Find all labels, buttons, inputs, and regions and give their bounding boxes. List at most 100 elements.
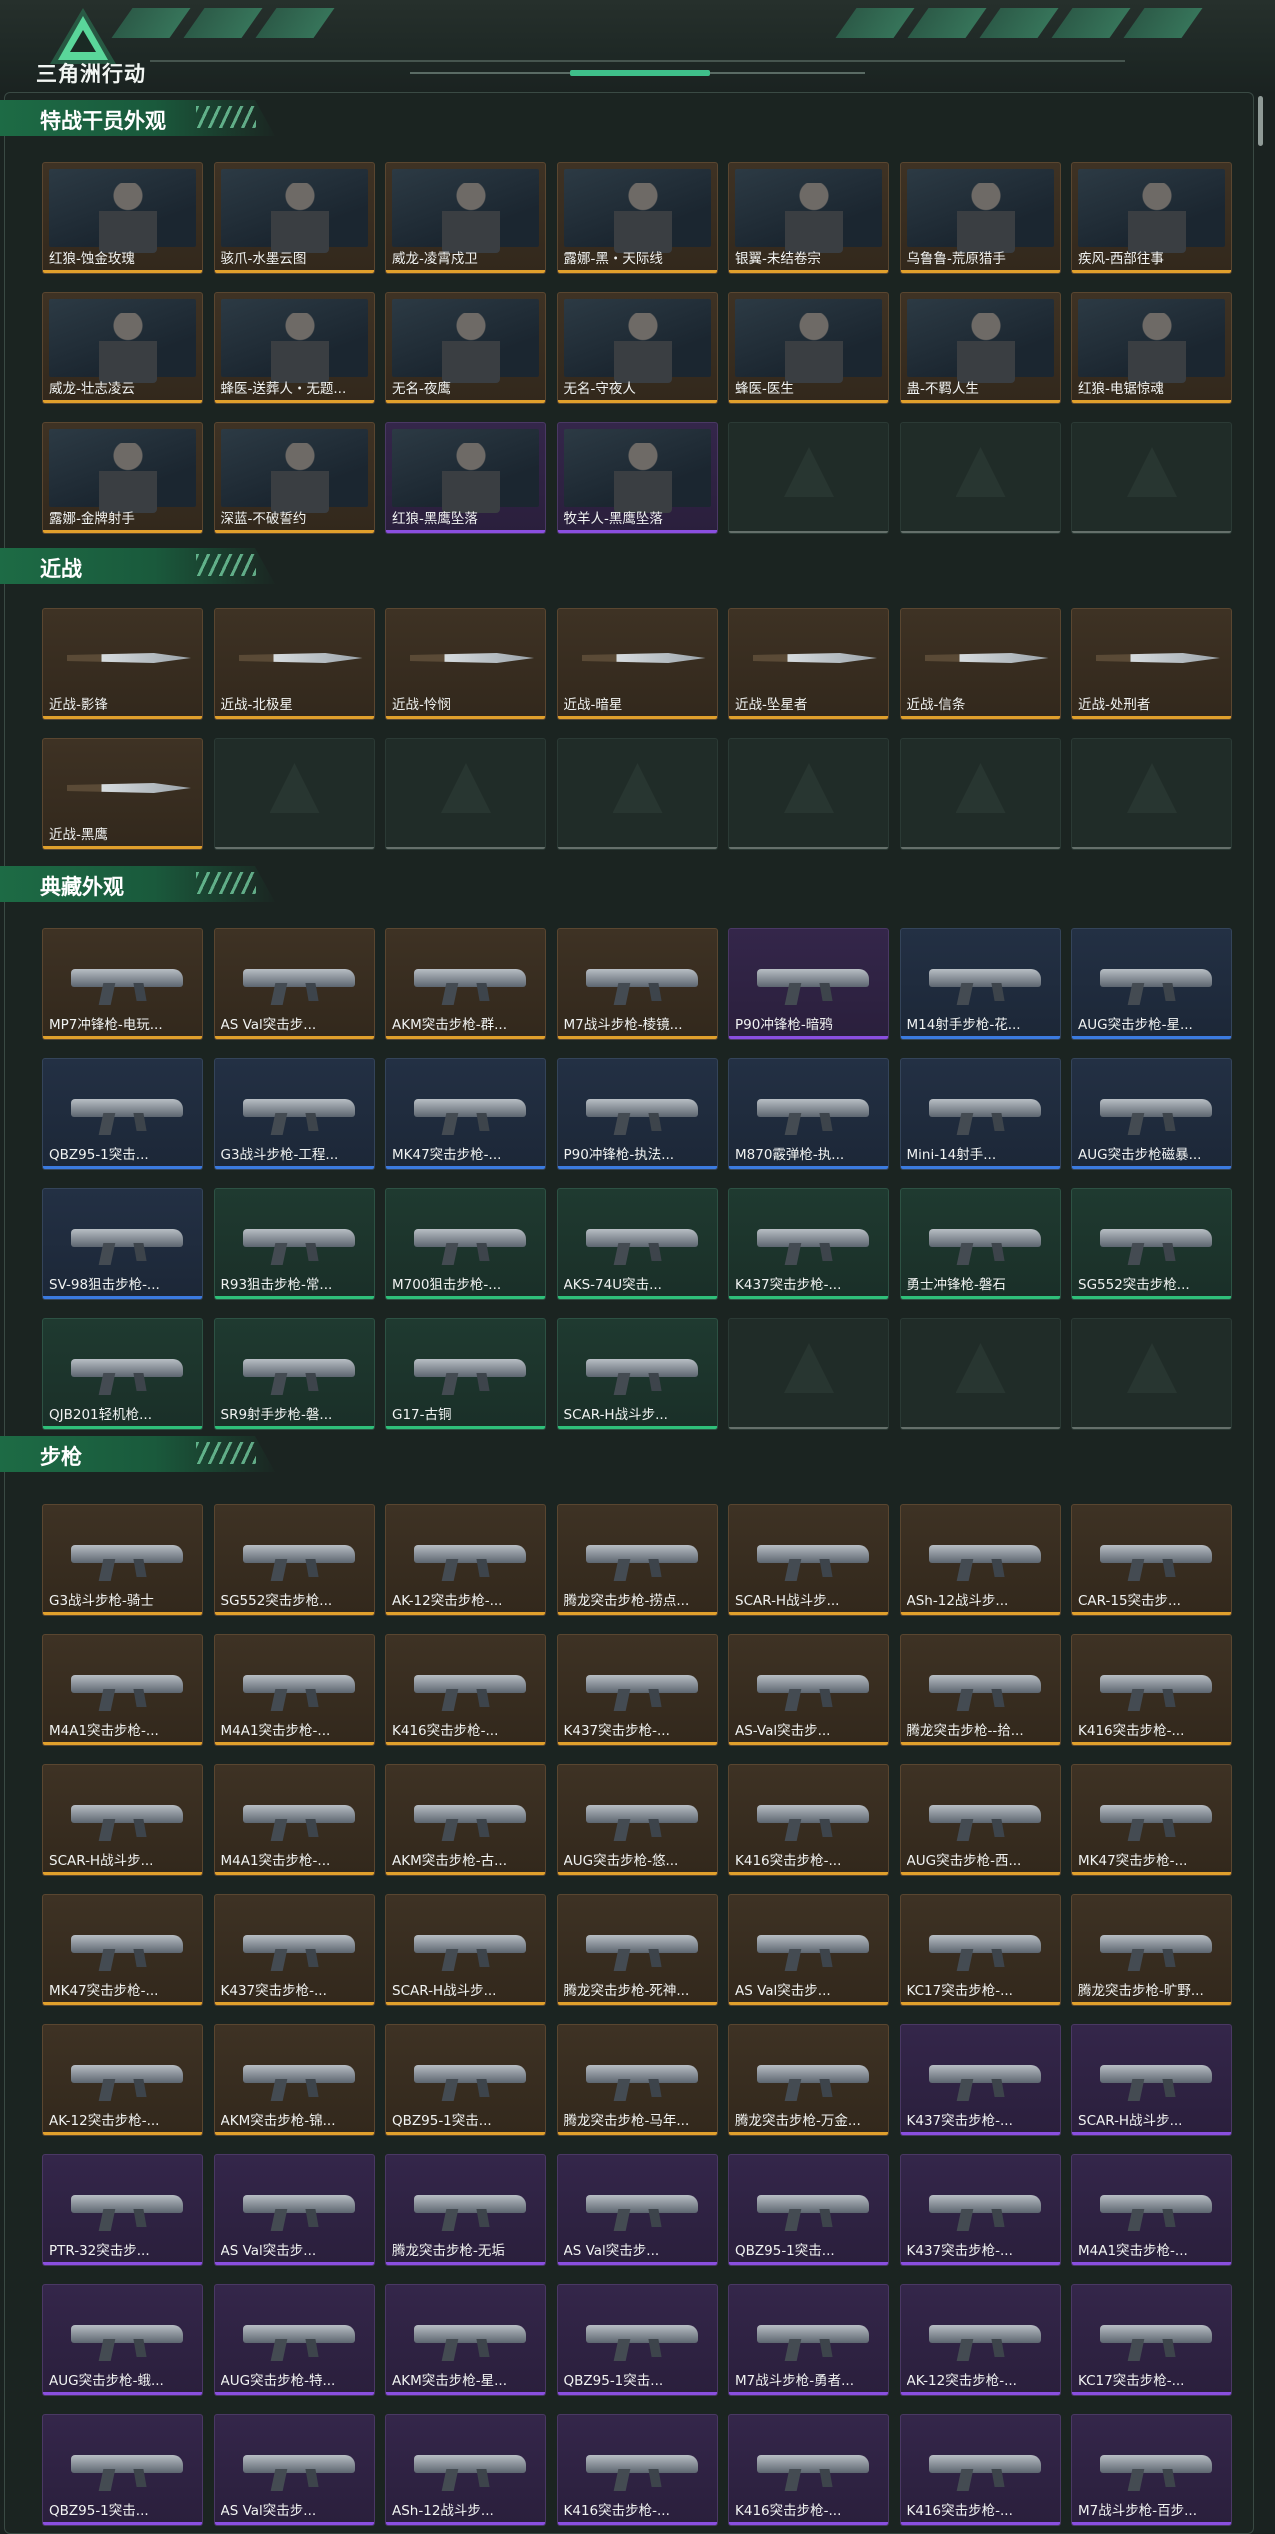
weapon-skin-card[interactable]: SCAR-H战斗步...	[556, 1318, 718, 1430]
weapon-skin-card[interactable]: K416突击步枪-...	[556, 2414, 718, 2526]
operator-skin-card[interactable]: 无名-守夜人	[556, 292, 718, 404]
weapon-skin-card[interactable]: K437突击步枪-...	[556, 1634, 718, 1746]
weapon-skin-card[interactable]: M7战斗步枪-棱镜...	[556, 928, 718, 1040]
weapon-skin-card[interactable]: AUG突击步枪磁暴...	[1071, 1058, 1232, 1170]
operator-skin-card[interactable]: 无名-夜鹰	[385, 292, 546, 404]
operator-skin-card[interactable]: 骇爪-水墨云图	[213, 162, 375, 274]
weapon-skin-card[interactable]: K437突击步枪-...	[899, 2024, 1061, 2136]
weapon-skin-card[interactable]: AKM突击步枪-锦...	[213, 2024, 375, 2136]
weapon-skin-card[interactable]: SCAR-H战斗步...	[42, 1764, 203, 1876]
weapon-skin-card[interactable]: M4A1突击步枪-...	[213, 1764, 375, 1876]
weapon-skin-card[interactable]: Mini-14射手...	[899, 1058, 1061, 1170]
operator-skin-card[interactable]: 疾风-西部往事	[1071, 162, 1232, 274]
melee-skin-card[interactable]: 近战-坠星者	[728, 608, 889, 720]
weapon-skin-card[interactable]: SCAR-H战斗步...	[728, 1504, 889, 1616]
weapon-skin-card[interactable]: AK-12突击步枪-...	[42, 2024, 203, 2136]
weapon-skin-card[interactable]: 腾龙突击步枪--拾...	[899, 1634, 1061, 1746]
weapon-skin-card[interactable]: SCAR-H战斗步...	[385, 1894, 546, 2006]
operator-skin-card[interactable]: 银翼-未结卷宗	[728, 162, 889, 274]
weapon-skin-card[interactable]: G3战斗步枪-骑士	[42, 1504, 203, 1616]
operator-skin-card[interactable]: 威龙-凌霄戍卫	[385, 162, 546, 274]
melee-skin-card[interactable]: 近战-北极星	[213, 608, 375, 720]
weapon-skin-card[interactable]: AS Val突击步...	[556, 2154, 718, 2266]
weapon-skin-card[interactable]: AS Val突击步...	[213, 2154, 375, 2266]
weapon-skin-card[interactable]: AS Val突击步...	[213, 2414, 375, 2526]
weapon-skin-card[interactable]: AKM突击步枪-群...	[385, 928, 546, 1040]
weapon-skin-card[interactable]: K416突击步枪-...	[728, 2414, 889, 2526]
melee-skin-card[interactable]: 近战-怜悯	[385, 608, 546, 720]
weapon-skin-card[interactable]: SCAR-H战斗步...	[1071, 2024, 1232, 2136]
weapon-skin-card[interactable]: M7战斗步枪-勇者...	[728, 2284, 889, 2396]
melee-skin-card[interactable]: 近战-信条	[899, 608, 1061, 720]
operator-skin-card[interactable]: 红狼-电锯惊魂	[1071, 292, 1232, 404]
operator-skin-card[interactable]: 露娜-黑・天际线	[556, 162, 718, 274]
operator-skin-card[interactable]: 乌鲁鲁-荒原猎手	[899, 162, 1061, 274]
operator-skin-card[interactable]: 威龙-壮志凌云	[42, 292, 203, 404]
weapon-skin-card[interactable]: MK47突击步枪-...	[385, 1058, 546, 1170]
weapon-skin-card[interactable]: KC17突击步枪-...	[1071, 2284, 1232, 2396]
weapon-skin-card[interactable]: SG552突击步枪...	[213, 1504, 375, 1616]
melee-skin-card[interactable]: 近战-黑鹰	[42, 738, 203, 850]
operator-skin-card[interactable]: 露娜-金牌射手	[42, 422, 203, 534]
weapon-skin-card[interactable]: P90冲锋枪-执法...	[556, 1058, 718, 1170]
weapon-skin-card[interactable]: MP7冲锋枪-电玩...	[42, 928, 203, 1040]
weapon-skin-card[interactable]: K437突击步枪-...	[728, 1188, 889, 1300]
weapon-skin-card[interactable]: K437突击步枪-...	[213, 1894, 375, 2006]
weapon-skin-card[interactable]: AK-12突击步枪-...	[899, 2284, 1061, 2396]
operator-skin-card[interactable]: 牧羊人-黑鹰坠落	[556, 422, 718, 534]
weapon-skin-card[interactable]: PTR-32突击步...	[42, 2154, 203, 2266]
weapon-skin-card[interactable]: QBZ95-1突击...	[42, 1058, 203, 1170]
weapon-skin-card[interactable]: MK47突击步枪-...	[42, 1894, 203, 2006]
weapon-skin-card[interactable]: M4A1突击步枪-...	[213, 1634, 375, 1746]
operator-skin-card[interactable]: 深蓝-不破誓约	[213, 422, 375, 534]
weapon-skin-card[interactable]: ASh-12战斗步...	[385, 2414, 546, 2526]
weapon-skin-card[interactable]: K416突击步枪-...	[899, 2414, 1061, 2526]
weapon-skin-card[interactable]: QBZ95-1突击...	[42, 2414, 203, 2526]
weapon-skin-card[interactable]: 腾龙突击步枪-捞点...	[556, 1504, 718, 1616]
weapon-skin-card[interactable]: K416突击步枪-...	[385, 1634, 546, 1746]
weapon-skin-card[interactable]: 腾龙突击步枪-死神...	[556, 1894, 718, 2006]
weapon-skin-card[interactable]: AS Val突击步...	[728, 1894, 889, 2006]
weapon-skin-card[interactable]: AK-12突击步枪-...	[385, 1504, 546, 1616]
weapon-skin-card[interactable]: 腾龙突击步枪-无垢	[385, 2154, 546, 2266]
melee-skin-card[interactable]: 近战-影锋	[42, 608, 203, 720]
weapon-skin-card[interactable]: AUG突击步枪-特...	[213, 2284, 375, 2396]
weapon-skin-card[interactable]: M4A1突击步枪-...	[42, 1634, 203, 1746]
weapon-skin-card[interactable]: 腾龙突击步枪-旷野...	[1071, 1894, 1232, 2006]
scrollbar[interactable]	[1258, 96, 1263, 146]
operator-skin-card[interactable]: 红狼-蚀金玫瑰	[42, 162, 203, 274]
weapon-skin-card[interactable]: SG552突击步枪...	[1071, 1188, 1232, 1300]
weapon-skin-card[interactable]: ASh-12战斗步...	[899, 1504, 1061, 1616]
weapon-skin-card[interactable]: AKM突击步枪-古...	[385, 1764, 546, 1876]
weapon-skin-card[interactable]: QBZ95-1突击...	[385, 2024, 546, 2136]
weapon-skin-card[interactable]: AUG突击步枪-蛾...	[42, 2284, 203, 2396]
weapon-skin-card[interactable]: 腾龙突击步枪-万金...	[728, 2024, 889, 2136]
weapon-skin-card[interactable]: QBZ95-1突击...	[728, 2154, 889, 2266]
weapon-skin-card[interactable]: M700狙击步枪-...	[385, 1188, 546, 1300]
melee-skin-card[interactable]: 近战-暗星	[556, 608, 718, 720]
weapon-skin-card[interactable]: R93狙击步枪-常...	[213, 1188, 375, 1300]
weapon-skin-card[interactable]: SV-98狙击步枪-...	[42, 1188, 203, 1300]
melee-skin-card[interactable]: 近战-处刑者	[1071, 608, 1232, 720]
weapon-skin-card[interactable]: 腾龙突击步枪-马年...	[556, 2024, 718, 2136]
weapon-skin-card[interactable]: AUG突击步枪-西...	[899, 1764, 1061, 1876]
weapon-skin-card[interactable]: QJB201轻机枪...	[42, 1318, 203, 1430]
weapon-skin-card[interactable]: SR9射手步枪-磐...	[213, 1318, 375, 1430]
weapon-skin-card[interactable]: AKS-74U突击...	[556, 1188, 718, 1300]
operator-skin-card[interactable]: 蜂医-医生	[728, 292, 889, 404]
weapon-skin-card[interactable]: K437突击步枪-...	[899, 2154, 1061, 2266]
weapon-skin-card[interactable]: P90冲锋枪-暗鸦	[728, 928, 889, 1040]
operator-skin-card[interactable]: 蛊-不羁人生	[899, 292, 1061, 404]
weapon-skin-card[interactable]: AS-Val突击步...	[728, 1634, 889, 1746]
operator-skin-card[interactable]: 红狼-黑鹰坠落	[385, 422, 546, 534]
weapon-skin-card[interactable]: QBZ95-1突击...	[556, 2284, 718, 2396]
weapon-skin-card[interactable]: M4A1突击步枪-...	[1071, 2154, 1232, 2266]
weapon-skin-card[interactable]: AUG突击步枪-星...	[1071, 928, 1232, 1040]
weapon-skin-card[interactable]: CAR-15突击步...	[1071, 1504, 1232, 1616]
weapon-skin-card[interactable]: M7战斗步枪-百步...	[1071, 2414, 1232, 2526]
weapon-skin-card[interactable]: KC17突击步枪-...	[899, 1894, 1061, 2006]
weapon-skin-card[interactable]: AUG突击步枪-悠...	[556, 1764, 718, 1876]
weapon-skin-card[interactable]: MK47突击步枪-...	[1071, 1764, 1232, 1876]
weapon-skin-card[interactable]: AS Val突击步...	[213, 928, 375, 1040]
weapon-skin-card[interactable]: M870霰弹枪-执...	[728, 1058, 889, 1170]
